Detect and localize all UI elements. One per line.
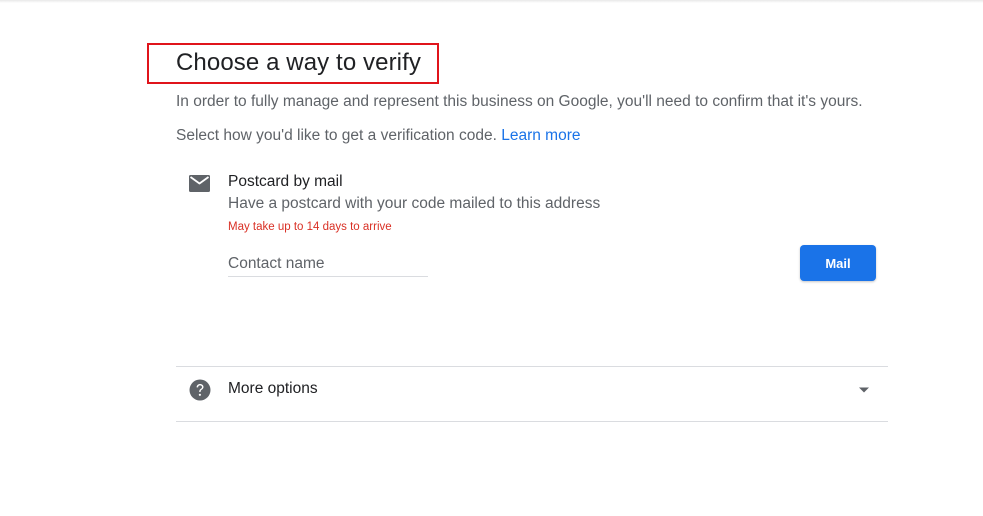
instruction-label: Select how you'd like to get a verificat…: [176, 127, 497, 144]
postcard-option-title: Postcard by mail: [228, 173, 343, 190]
instruction-text: Select how you'd like to get a verificat…: [176, 127, 580, 145]
postcard-delivery-warning: May take up to 14 days to arrive: [228, 221, 392, 233]
more-options-toggle[interactable]: More options: [176, 367, 888, 421]
verification-page: Choose a way to verify In order to fully…: [0, 0, 983, 516]
page-title: Choose a way to verify: [176, 49, 421, 76]
mail-button[interactable]: Mail: [800, 245, 876, 281]
top-shadow: [0, 0, 983, 3]
mail-icon: [189, 175, 210, 192]
learn-more-link[interactable]: Learn more: [501, 127, 580, 144]
divider-bottom: [176, 421, 888, 422]
more-options-label: More options: [228, 380, 318, 397]
chevron-down-icon: [859, 387, 869, 393]
page-description: In order to fully manage and represent t…: [176, 93, 863, 110]
help-icon: [189, 379, 211, 401]
contact-name-input[interactable]: [228, 252, 428, 277]
postcard-option-description: Have a postcard with your code mailed to…: [228, 195, 601, 212]
